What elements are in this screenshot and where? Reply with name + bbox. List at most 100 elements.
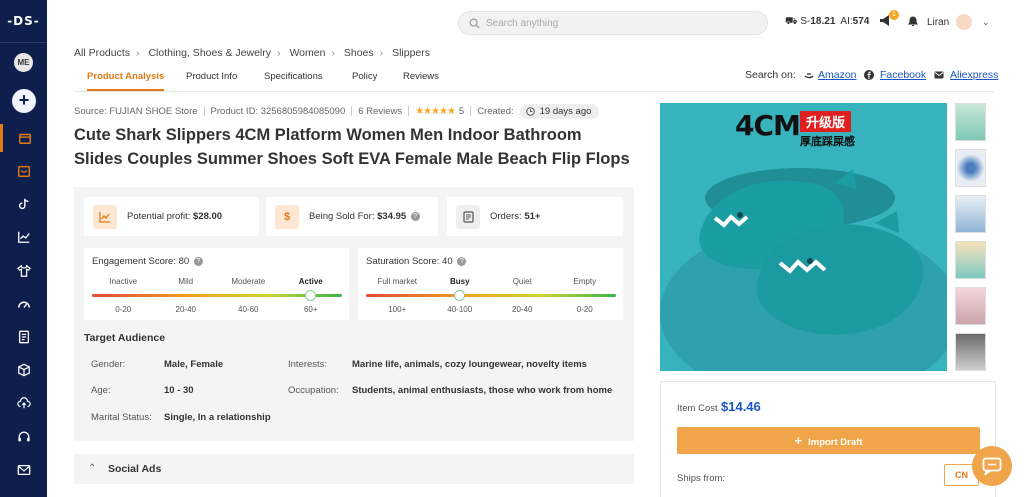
breadcrumb-item[interactable]: Women bbox=[289, 47, 325, 59]
document-icon bbox=[18, 330, 29, 344]
thumbnail[interactable] bbox=[955, 149, 986, 187]
target-audience-title: Target Audience bbox=[84, 332, 166, 344]
amazon-link[interactable]: Amazon bbox=[818, 69, 857, 81]
credits-display: ⛟ S-18.21 AI:574 bbox=[785, 16, 870, 27]
sidebar-item-products[interactable] bbox=[0, 257, 47, 285]
chevron-down-icon[interactable]: ⌄ bbox=[982, 17, 990, 28]
sidebar-item-dashboard[interactable] bbox=[0, 290, 47, 318]
tab-specifications[interactable]: Specifications bbox=[264, 71, 323, 82]
help-icon[interactable]: ? bbox=[410, 212, 420, 221]
marital-label: Marital Status: bbox=[91, 412, 152, 423]
product-analysis-panel: Potential profit: $28.00 $ Being Sold Fo… bbox=[74, 187, 634, 441]
workspace-avatar[interactable]: ME bbox=[14, 53, 33, 72]
sidebar-item-messages[interactable] bbox=[0, 456, 47, 484]
thumbnail[interactable] bbox=[955, 195, 986, 233]
score-range-label: 0-20 bbox=[115, 305, 132, 314]
thumbnail[interactable] bbox=[955, 333, 986, 371]
breadcrumb-item[interactable]: Shoes bbox=[344, 47, 374, 59]
sidebar-item-upload[interactable] bbox=[0, 389, 47, 417]
breadcrumb: All Products › Clothing, Shoes & Jewelry ›… bbox=[74, 47, 430, 59]
import-draft-button[interactable]: + Import Draft bbox=[677, 427, 980, 454]
thumbnail[interactable] bbox=[955, 241, 986, 279]
sidebar-item-shipping[interactable] bbox=[0, 356, 47, 384]
score-level-label: Moderate bbox=[231, 277, 266, 286]
tiktok-icon bbox=[18, 198, 28, 210]
breadcrumb-item[interactable]: All Products bbox=[74, 47, 130, 59]
sidebar-item-tiktok[interactable] bbox=[0, 190, 47, 218]
user-menu-icon[interactable] bbox=[907, 15, 919, 30]
product-main-image[interactable]: 4CM 升级版 厚底踩屎感 bbox=[660, 103, 947, 371]
tab-reviews[interactable]: Reviews bbox=[403, 71, 439, 82]
help-icon[interactable]: ? bbox=[457, 257, 467, 266]
saturation-label: Saturation Score: bbox=[366, 256, 440, 267]
facebook-icon bbox=[864, 70, 874, 80]
line-chart-icon bbox=[17, 231, 30, 243]
buy-panel: Item Cost $14.46 + Import Draft Ships fro… bbox=[660, 381, 996, 497]
left-sidebar: -DS- ME + bbox=[0, 0, 47, 497]
tab-policy[interactable]: Policy bbox=[352, 71, 377, 82]
credits-icon: ⛟ bbox=[785, 16, 801, 27]
platform-badge: 4CM bbox=[735, 109, 801, 142]
score-level-label: Mild bbox=[178, 277, 194, 286]
gender-label: Gender: bbox=[91, 359, 126, 370]
thumbnail[interactable] bbox=[955, 103, 986, 141]
app-logo[interactable]: -DS- bbox=[0, 14, 47, 28]
add-button[interactable]: + bbox=[12, 89, 36, 113]
orders-label: Orders: bbox=[490, 211, 522, 222]
tab-product-info[interactable]: Product Info bbox=[186, 71, 237, 82]
sidebar-item-support[interactable] bbox=[0, 423, 47, 451]
user-avatar[interactable] bbox=[956, 14, 972, 30]
facebook-link[interactable]: Facebook bbox=[880, 69, 926, 81]
score-bar bbox=[366, 294, 616, 297]
occupation-value: Students, animal enthusiasts, those who … bbox=[352, 385, 613, 396]
score-range-label: 40-100 bbox=[447, 305, 473, 314]
chevron-up-icon[interactable]: ⌃ bbox=[88, 463, 96, 474]
age-value: 10 - 30 bbox=[164, 385, 194, 396]
sidebar-item-store[interactable] bbox=[0, 124, 47, 152]
item-cost-value: $14.46 bbox=[721, 399, 761, 414]
product-meta-row: Source: FUJIAN SHOE Store Product ID: 32… bbox=[74, 102, 600, 120]
sidebar-item-orders[interactable] bbox=[0, 323, 47, 351]
orders-card: Orders: 51+ bbox=[447, 197, 623, 236]
breadcrumb-item[interactable]: Slippers bbox=[392, 47, 430, 59]
product-title: Cute Shark Slippers 4CM Platform Women M… bbox=[74, 126, 630, 168]
sidebar-item-aliexpress[interactable] bbox=[0, 157, 47, 185]
created-value: 19 days ago bbox=[539, 105, 592, 117]
tab-product-analysis[interactable]: Product Analysis bbox=[87, 71, 165, 91]
upgrade-badge: 升级版 bbox=[800, 111, 852, 132]
cloud-upload-icon bbox=[16, 397, 31, 409]
help-icon[interactable]: ? bbox=[193, 257, 203, 266]
search-input[interactable]: Search anything bbox=[458, 11, 768, 35]
headset-icon bbox=[17, 431, 30, 442]
store-icon bbox=[19, 133, 31, 144]
saturation-value: 40 bbox=[442, 256, 453, 267]
sidebar-divider bbox=[0, 42, 47, 43]
score-range-label: 60+ bbox=[303, 305, 318, 314]
mail-icon bbox=[17, 464, 30, 476]
occupation-label: Occupation: bbox=[288, 385, 339, 396]
saturation-score-card: Saturation Score: 40 ? Full market 100+ Bu… bbox=[358, 248, 623, 320]
aliexpress-link[interactable]: Aliexpress bbox=[950, 69, 998, 81]
orders-value: 51+ bbox=[524, 211, 541, 222]
reviews-count[interactable]: 6 Reviews bbox=[358, 106, 402, 117]
aliexpress-icon bbox=[934, 71, 944, 79]
search-on-label: Search on: bbox=[745, 69, 796, 81]
plus-icon: + bbox=[794, 433, 803, 448]
sidebar-item-analytics[interactable] bbox=[0, 223, 47, 251]
shopping-bag-icon bbox=[17, 165, 30, 177]
created-label: Created: bbox=[477, 105, 514, 117]
score-range-label: 20-40 bbox=[175, 305, 196, 314]
top-bar: Search anything ⛟ S-18.21 AI:574 1 Liran… bbox=[47, 0, 1024, 42]
social-ads-section[interactable]: ⌃ Social Ads bbox=[74, 454, 634, 484]
chat-icon bbox=[982, 457, 1002, 475]
chat-button[interactable] bbox=[972, 446, 1012, 486]
thumbnail[interactable] bbox=[955, 287, 986, 325]
notification-badge: 1 bbox=[889, 10, 899, 20]
breadcrumb-item[interactable]: Clothing, Shoes & Jewelry bbox=[148, 47, 271, 59]
sold-label: Being Sold For: bbox=[309, 211, 375, 222]
engagement-value: 80 bbox=[178, 256, 190, 267]
rating-stars-icon: ★★★★★ bbox=[415, 105, 456, 117]
potential-profit-card: Potential profit: $28.00 bbox=[84, 197, 259, 236]
user-name[interactable]: Liran bbox=[927, 17, 949, 28]
age-label: Age: bbox=[91, 385, 111, 396]
